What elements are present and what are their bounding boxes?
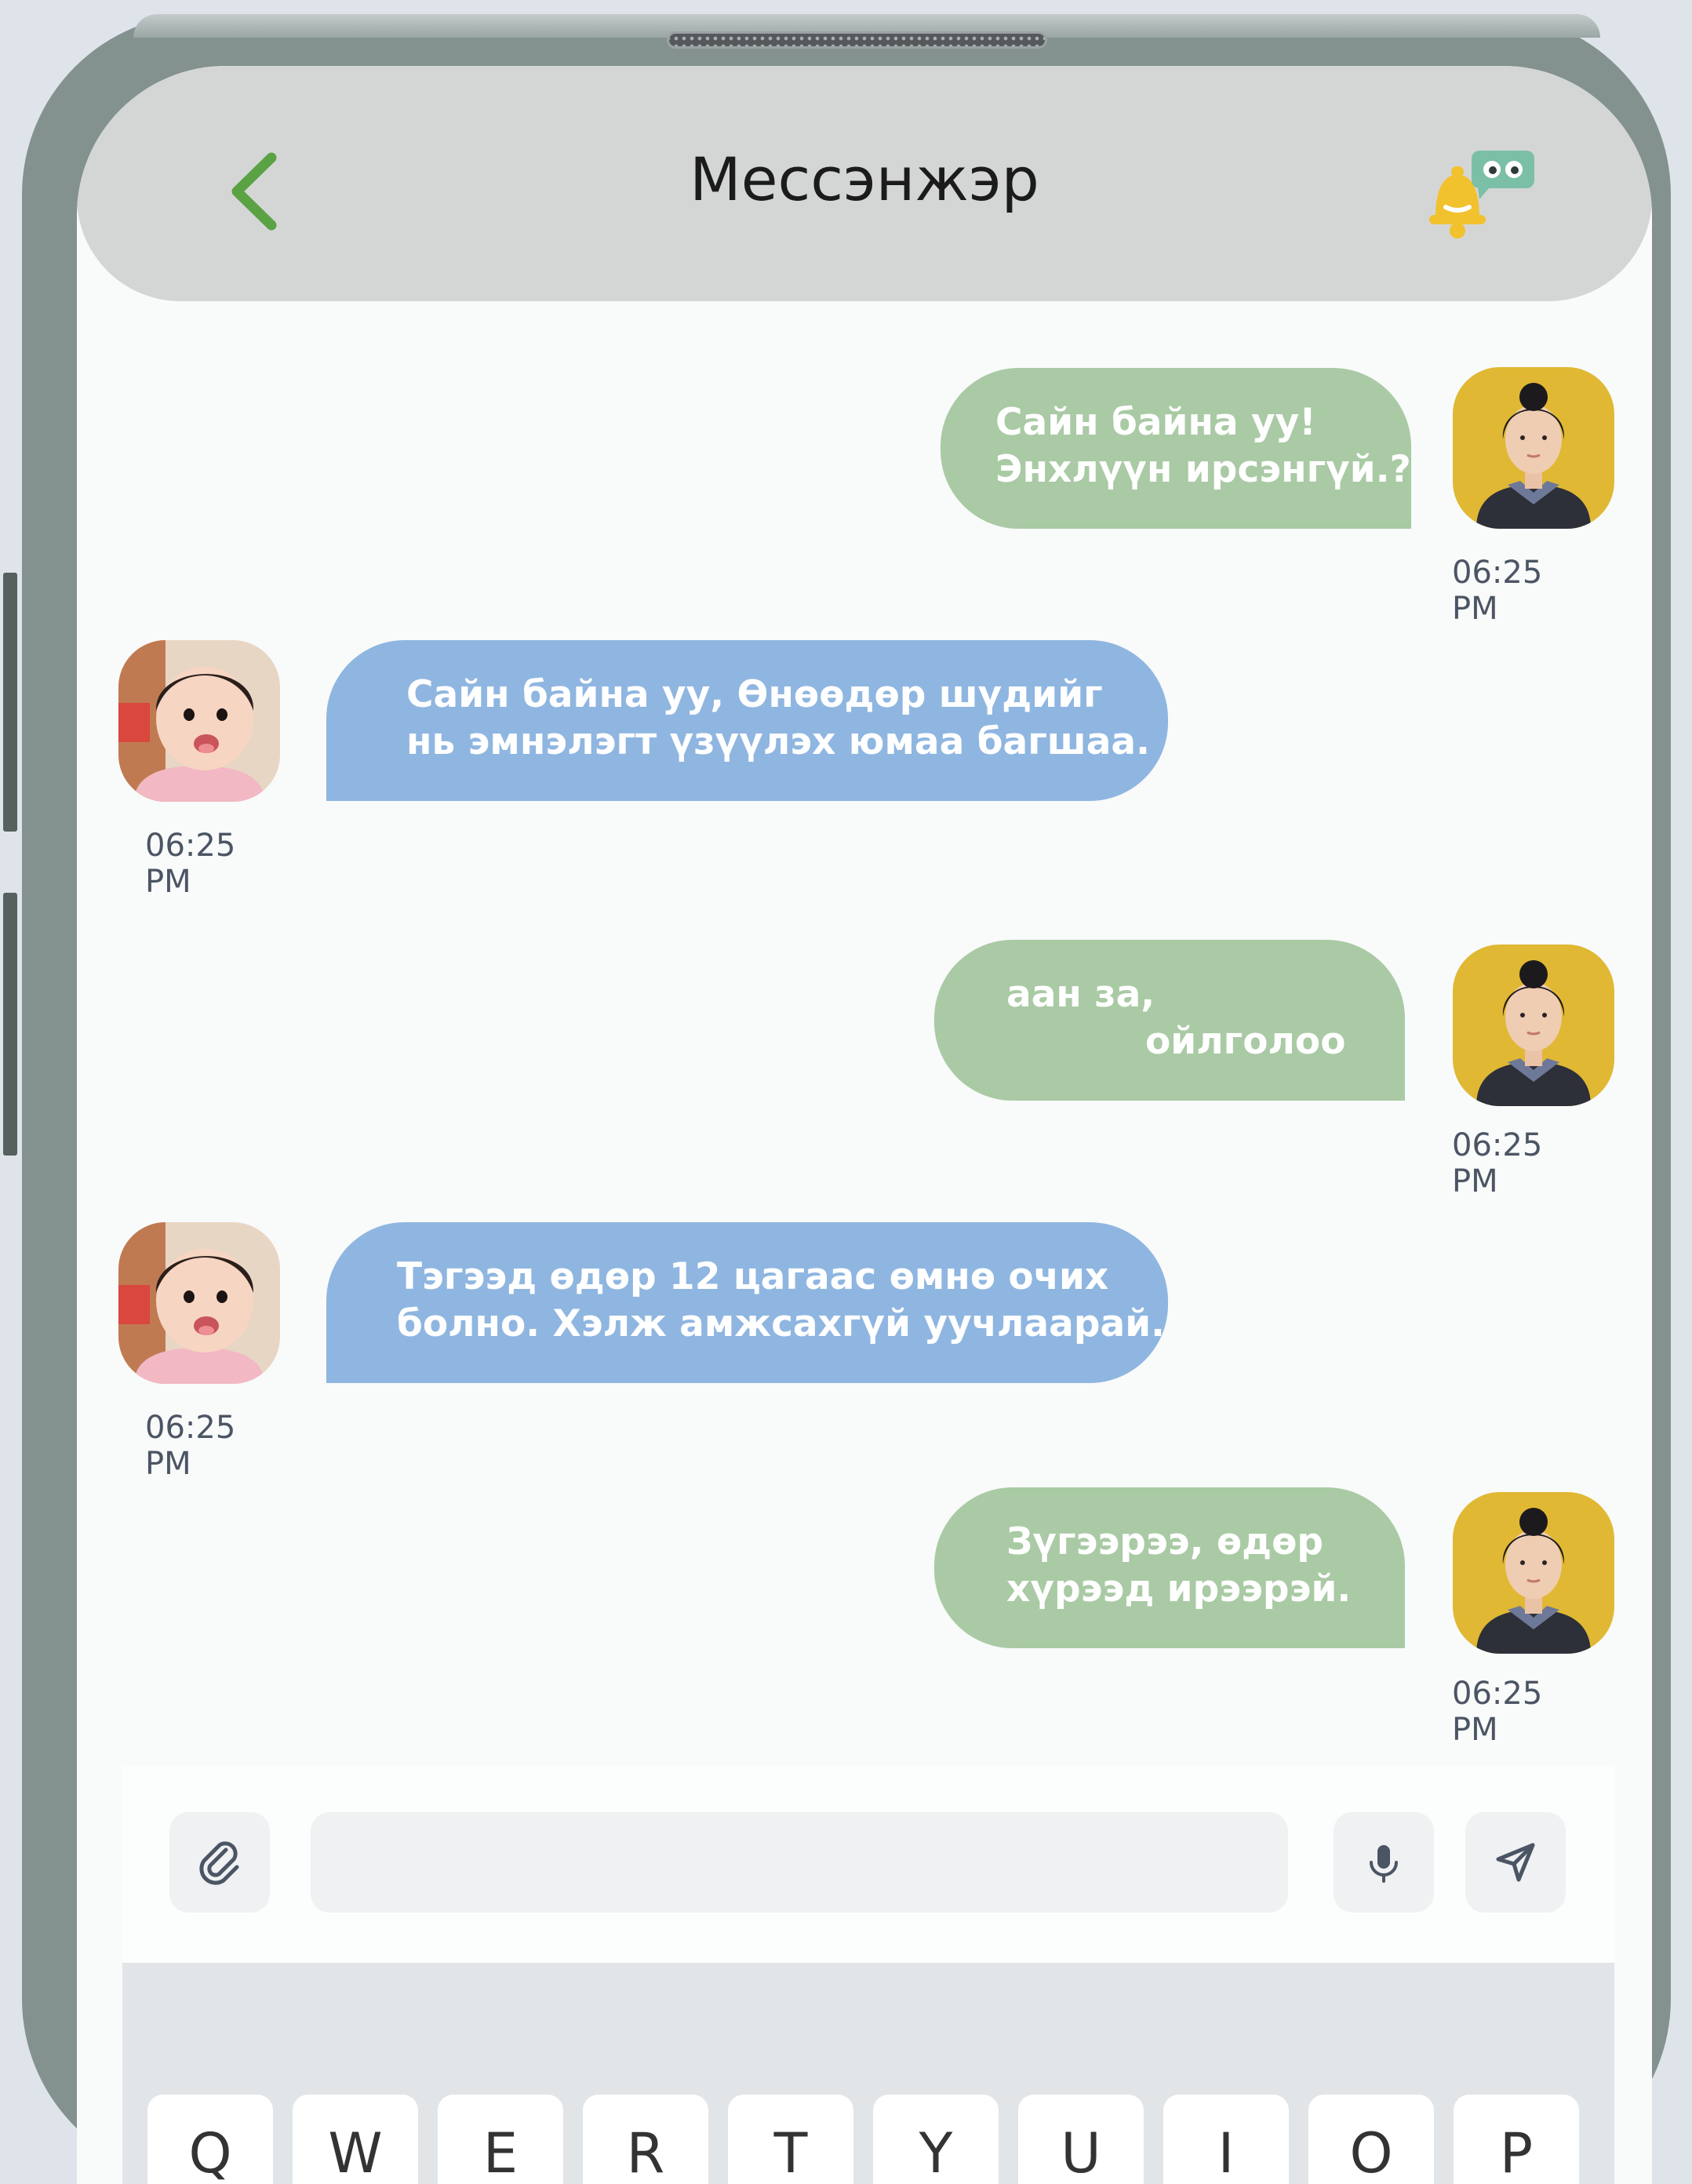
attach-button[interactable] xyxy=(169,1812,270,1913)
composer-bar xyxy=(122,1767,1614,1963)
keyboard-key[interactable]: Q xyxy=(147,2095,273,2184)
message-line: Энхлүүн ирсэнгүй.? xyxy=(995,448,1411,491)
keyboard-key[interactable]: R xyxy=(583,2095,708,2184)
bell-chat-icon xyxy=(1429,151,1534,238)
message-line: болно. Хэлж амжсахгүй уучлаарай. xyxy=(397,1302,1165,1345)
keyboard-key[interactable]: I xyxy=(1163,2095,1289,2184)
message-line: нь эмнэлэгт үзүүлэх юмаа багшаа. xyxy=(406,720,1150,763)
keyboard: QWERTYUIOP xyxy=(122,1963,1614,2184)
avatar[interactable] xyxy=(118,640,280,802)
keyboard-key[interactable]: P xyxy=(1454,2095,1579,2184)
keyboard-key[interactable]: U xyxy=(1018,2095,1144,2184)
message-line: ойлголоо xyxy=(1145,1020,1346,1063)
message-line: Сайн байна уу, Өнөөдөр шүдийг xyxy=(406,673,1103,716)
avatar[interactable] xyxy=(1453,945,1614,1106)
keyboard-key[interactable]: W xyxy=(293,2095,418,2184)
screen: Мессэнжэр Сайн байна уу! Энхлүүн ирсэнгү… xyxy=(77,66,1652,2184)
keyboard-key[interactable]: O xyxy=(1308,2095,1434,2184)
message-timestamp: 06:25 PM xyxy=(1452,1127,1543,1199)
mic-button[interactable] xyxy=(1334,1812,1434,1913)
paperclip-icon xyxy=(199,1841,239,1885)
message-bubble-outgoing[interactable]: Зүгээрээ, өдөр хүрээд ирээрэй. xyxy=(934,1487,1405,1648)
notification-button[interactable] xyxy=(1418,144,1536,246)
message-bubble-outgoing[interactable]: аан за, ойлголоо xyxy=(934,940,1405,1101)
message-timestamp: 06:25 PM xyxy=(145,1410,236,1482)
avatar[interactable] xyxy=(1453,1492,1614,1654)
message-line: Зүгээрээ, өдөр xyxy=(1006,1520,1324,1563)
microphone-icon xyxy=(1370,1845,1398,1883)
message-bubble-incoming[interactable]: Тэгээд өдөр 12 цагаас өмнө очих болно. Х… xyxy=(326,1222,1168,1383)
message-line: хүрээд ирээрэй. xyxy=(1006,1567,1352,1611)
message-timestamp: 06:25 PM xyxy=(1452,1676,1543,1748)
message-bubble-outgoing[interactable]: Сайн байна уу! Энхлүүн ирсэнгүй.? xyxy=(941,368,1411,529)
message-line: Тэгээд өдөр 12 цагаас өмнө очих xyxy=(397,1255,1109,1298)
message-input[interactable] xyxy=(311,1812,1288,1913)
keyboard-key[interactable]: T xyxy=(728,2095,853,2184)
header-bar: Мессэнжэр xyxy=(77,66,1652,301)
message-timestamp: 06:25 PM xyxy=(1452,555,1543,627)
keyboard-key[interactable]: Y xyxy=(873,2095,999,2184)
speaker-grille xyxy=(667,31,1047,49)
send-icon xyxy=(1496,1843,1535,1882)
volume-up-button xyxy=(3,573,17,832)
avatar[interactable] xyxy=(118,1222,280,1384)
message-timestamp: 06:25 PM xyxy=(145,828,236,900)
message-bubble-incoming[interactable]: Сайн байна уу, Өнөөдөр шүдийг нь эмнэлэг… xyxy=(326,640,1168,801)
message-line: аан за, xyxy=(1006,973,1155,1016)
volume-down-button xyxy=(3,893,17,1156)
page-title: Мессэнжэр xyxy=(690,144,1039,214)
avatar[interactable] xyxy=(1453,367,1614,529)
keyboard-key[interactable]: E xyxy=(438,2095,563,2184)
send-button[interactable] xyxy=(1465,1812,1566,1913)
message-line: Сайн байна уу! xyxy=(995,401,1316,444)
